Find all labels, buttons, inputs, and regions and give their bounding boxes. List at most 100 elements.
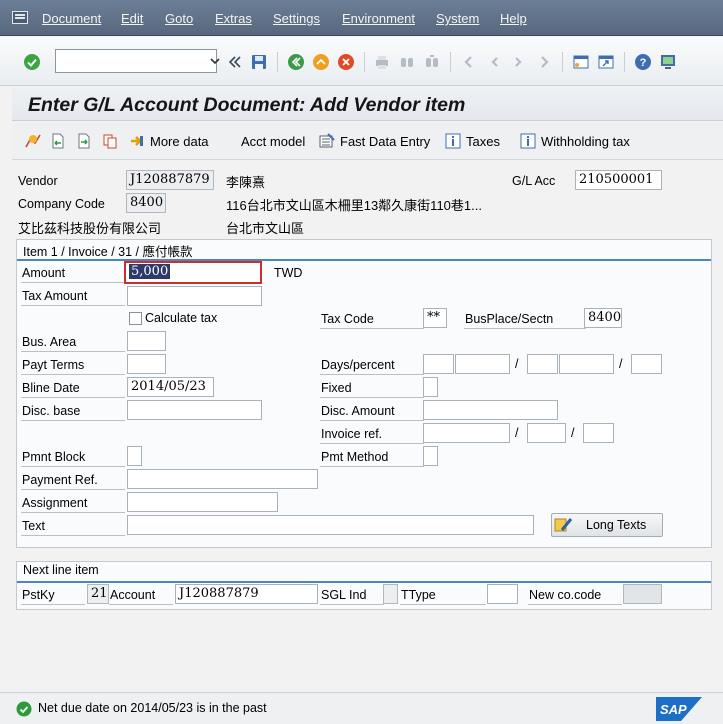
- acct-model-button[interactable]: Acct model: [241, 131, 305, 151]
- more-data-button[interactable]: More data: [129, 131, 209, 151]
- copy-icon[interactable]: [102, 131, 118, 151]
- back-icon[interactable]: [287, 53, 305, 71]
- post-icon[interactable]: [76, 131, 92, 151]
- next-page-icon[interactable]: [510, 53, 528, 71]
- toolbar-separator: [562, 52, 563, 72]
- text-field[interactable]: [127, 515, 534, 535]
- menu-extras[interactable]: Extras: [215, 11, 252, 26]
- payt-terms-label: Payt Terms: [21, 355, 125, 375]
- menu-bar: Document Edit Goto Extras Settings Envir…: [0, 0, 723, 36]
- more-data-icon: [129, 133, 145, 149]
- taxes-button[interactable]: Taxes: [445, 131, 500, 151]
- exit-icon[interactable]: [312, 53, 330, 71]
- long-texts-button[interactable]: Long Texts: [551, 513, 663, 537]
- status-bar: Net due date on 2014/05/23 is in the pas…: [0, 692, 723, 724]
- first-page-icon[interactable]: [460, 53, 478, 71]
- info-icon: [445, 133, 461, 149]
- amount-field[interactable]: 5,000: [124, 261, 262, 284]
- pmnt-block-field[interactable]: [127, 446, 142, 466]
- invoice-ref-field[interactable]: [423, 423, 510, 443]
- vendor-field[interactable]: J120887879: [126, 170, 214, 190]
- bline-date-field[interactable]: 2014/05/23: [127, 377, 214, 397]
- menu-document[interactable]: Document: [42, 11, 101, 26]
- tax-amount-label: Tax Amount: [21, 286, 125, 306]
- cancel-icon[interactable]: [337, 53, 355, 71]
- tax-amount-field[interactable]: [127, 286, 262, 306]
- previous-page-icon[interactable]: [485, 53, 503, 71]
- status-message[interactable]: Net due date on 2014/05/23 is in the pas…: [38, 701, 267, 715]
- pmt-method-field[interactable]: [423, 446, 438, 466]
- disc-base-field[interactable]: [127, 400, 262, 420]
- item-group: Item 1 / Invoice / 31 / 應付帳款 Amount 5,00…: [16, 239, 712, 548]
- disc-base-label: Disc. base: [21, 401, 125, 421]
- fixed-field[interactable]: [423, 377, 438, 397]
- ttype-field[interactable]: [487, 584, 518, 604]
- last-page-icon[interactable]: [535, 53, 553, 71]
- invoice-ref-item-field[interactable]: [583, 423, 614, 443]
- days3-field[interactable]: [631, 354, 662, 374]
- days1-field[interactable]: [423, 354, 454, 374]
- menu-help[interactable]: Help: [500, 11, 527, 26]
- days2-field[interactable]: [527, 354, 558, 374]
- payment-ref-field[interactable]: [127, 469, 318, 489]
- menu-system[interactable]: System: [436, 11, 479, 26]
- reset-icon[interactable]: [50, 131, 66, 151]
- fast-data-entry-button[interactable]: Fast Data Entry: [319, 131, 430, 151]
- tax-code-label: Tax Code: [320, 309, 424, 329]
- account-field[interactable]: J120887879: [175, 584, 318, 604]
- toolbar-separator: [277, 52, 278, 72]
- tax-code-field[interactable]: **: [423, 308, 447, 328]
- menu-goto[interactable]: Goto: [165, 11, 193, 26]
- title-bar: Enter G/L Account Document: Add Vendor i…: [12, 87, 723, 121]
- info-icon: [520, 133, 536, 149]
- pstky-field[interactable]: 21: [87, 584, 109, 604]
- find-icon[interactable]: [398, 53, 416, 71]
- company-code-field[interactable]: 8400: [126, 193, 166, 213]
- new-session-icon[interactable]: [572, 53, 590, 71]
- system-menu-icon[interactable]: [12, 11, 28, 24]
- shortcut-icon[interactable]: [597, 53, 615, 71]
- menu-settings[interactable]: Settings: [273, 11, 320, 26]
- disc-amount-field[interactable]: [423, 400, 558, 420]
- find-next-icon[interactable]: [423, 53, 441, 71]
- assignment-field[interactable]: [127, 492, 278, 512]
- slash-separator: /: [571, 426, 575, 440]
- toolbar-separator: [364, 52, 365, 72]
- busplace-label: BusPlace/Sectn: [464, 309, 586, 329]
- bus-area-label: Bus. Area: [21, 332, 125, 352]
- acct-model-label: Acct model: [241, 133, 306, 149]
- disc-amount-label: Disc. Amount: [320, 401, 424, 421]
- help-icon[interactable]: ?: [634, 53, 652, 71]
- new-cocode-field[interactable]: [623, 584, 662, 604]
- command-field[interactable]: [55, 49, 220, 73]
- ttype-label: TType: [400, 585, 486, 605]
- invoice-ref-year-field[interactable]: [527, 423, 566, 443]
- group-divider: [17, 259, 711, 261]
- company-code-label: Company Code: [18, 197, 105, 211]
- pstky-label: PstKy: [21, 585, 85, 605]
- long-texts-label: Long Texts: [586, 518, 647, 532]
- withholding-tax-label: Withholding tax: [541, 133, 630, 149]
- save-icon[interactable]: [250, 53, 268, 71]
- vendor-name: 李陳熹: [226, 175, 266, 190]
- slash-separator: /: [515, 426, 519, 440]
- enter-icon[interactable]: [23, 53, 41, 71]
- gl-acc-field[interactable]: 210500001: [575, 170, 662, 190]
- text-label: Text: [21, 516, 125, 536]
- busplace-field[interactable]: 8400: [584, 308, 622, 328]
- currency-label: TWD: [274, 266, 303, 280]
- withholding-tax-button[interactable]: Withholding tax: [520, 131, 630, 151]
- sgl-ind-field[interactable]: [383, 584, 398, 604]
- print-icon[interactable]: [373, 53, 391, 71]
- success-check-icon: [16, 701, 32, 717]
- customize-layout-icon[interactable]: [659, 53, 677, 71]
- back-arrows-icon[interactable]: [225, 53, 243, 71]
- payt-terms-field[interactable]: [127, 354, 166, 374]
- percent2-field[interactable]: [559, 354, 614, 374]
- bus-area-field[interactable]: [127, 331, 166, 351]
- calculate-tax-checkbox[interactable]: [129, 312, 142, 325]
- percent1-field[interactable]: [455, 354, 510, 374]
- menu-edit[interactable]: Edit: [121, 11, 143, 26]
- simulate-icon[interactable]: [25, 131, 41, 151]
- menu-environment[interactable]: Environment: [342, 11, 415, 26]
